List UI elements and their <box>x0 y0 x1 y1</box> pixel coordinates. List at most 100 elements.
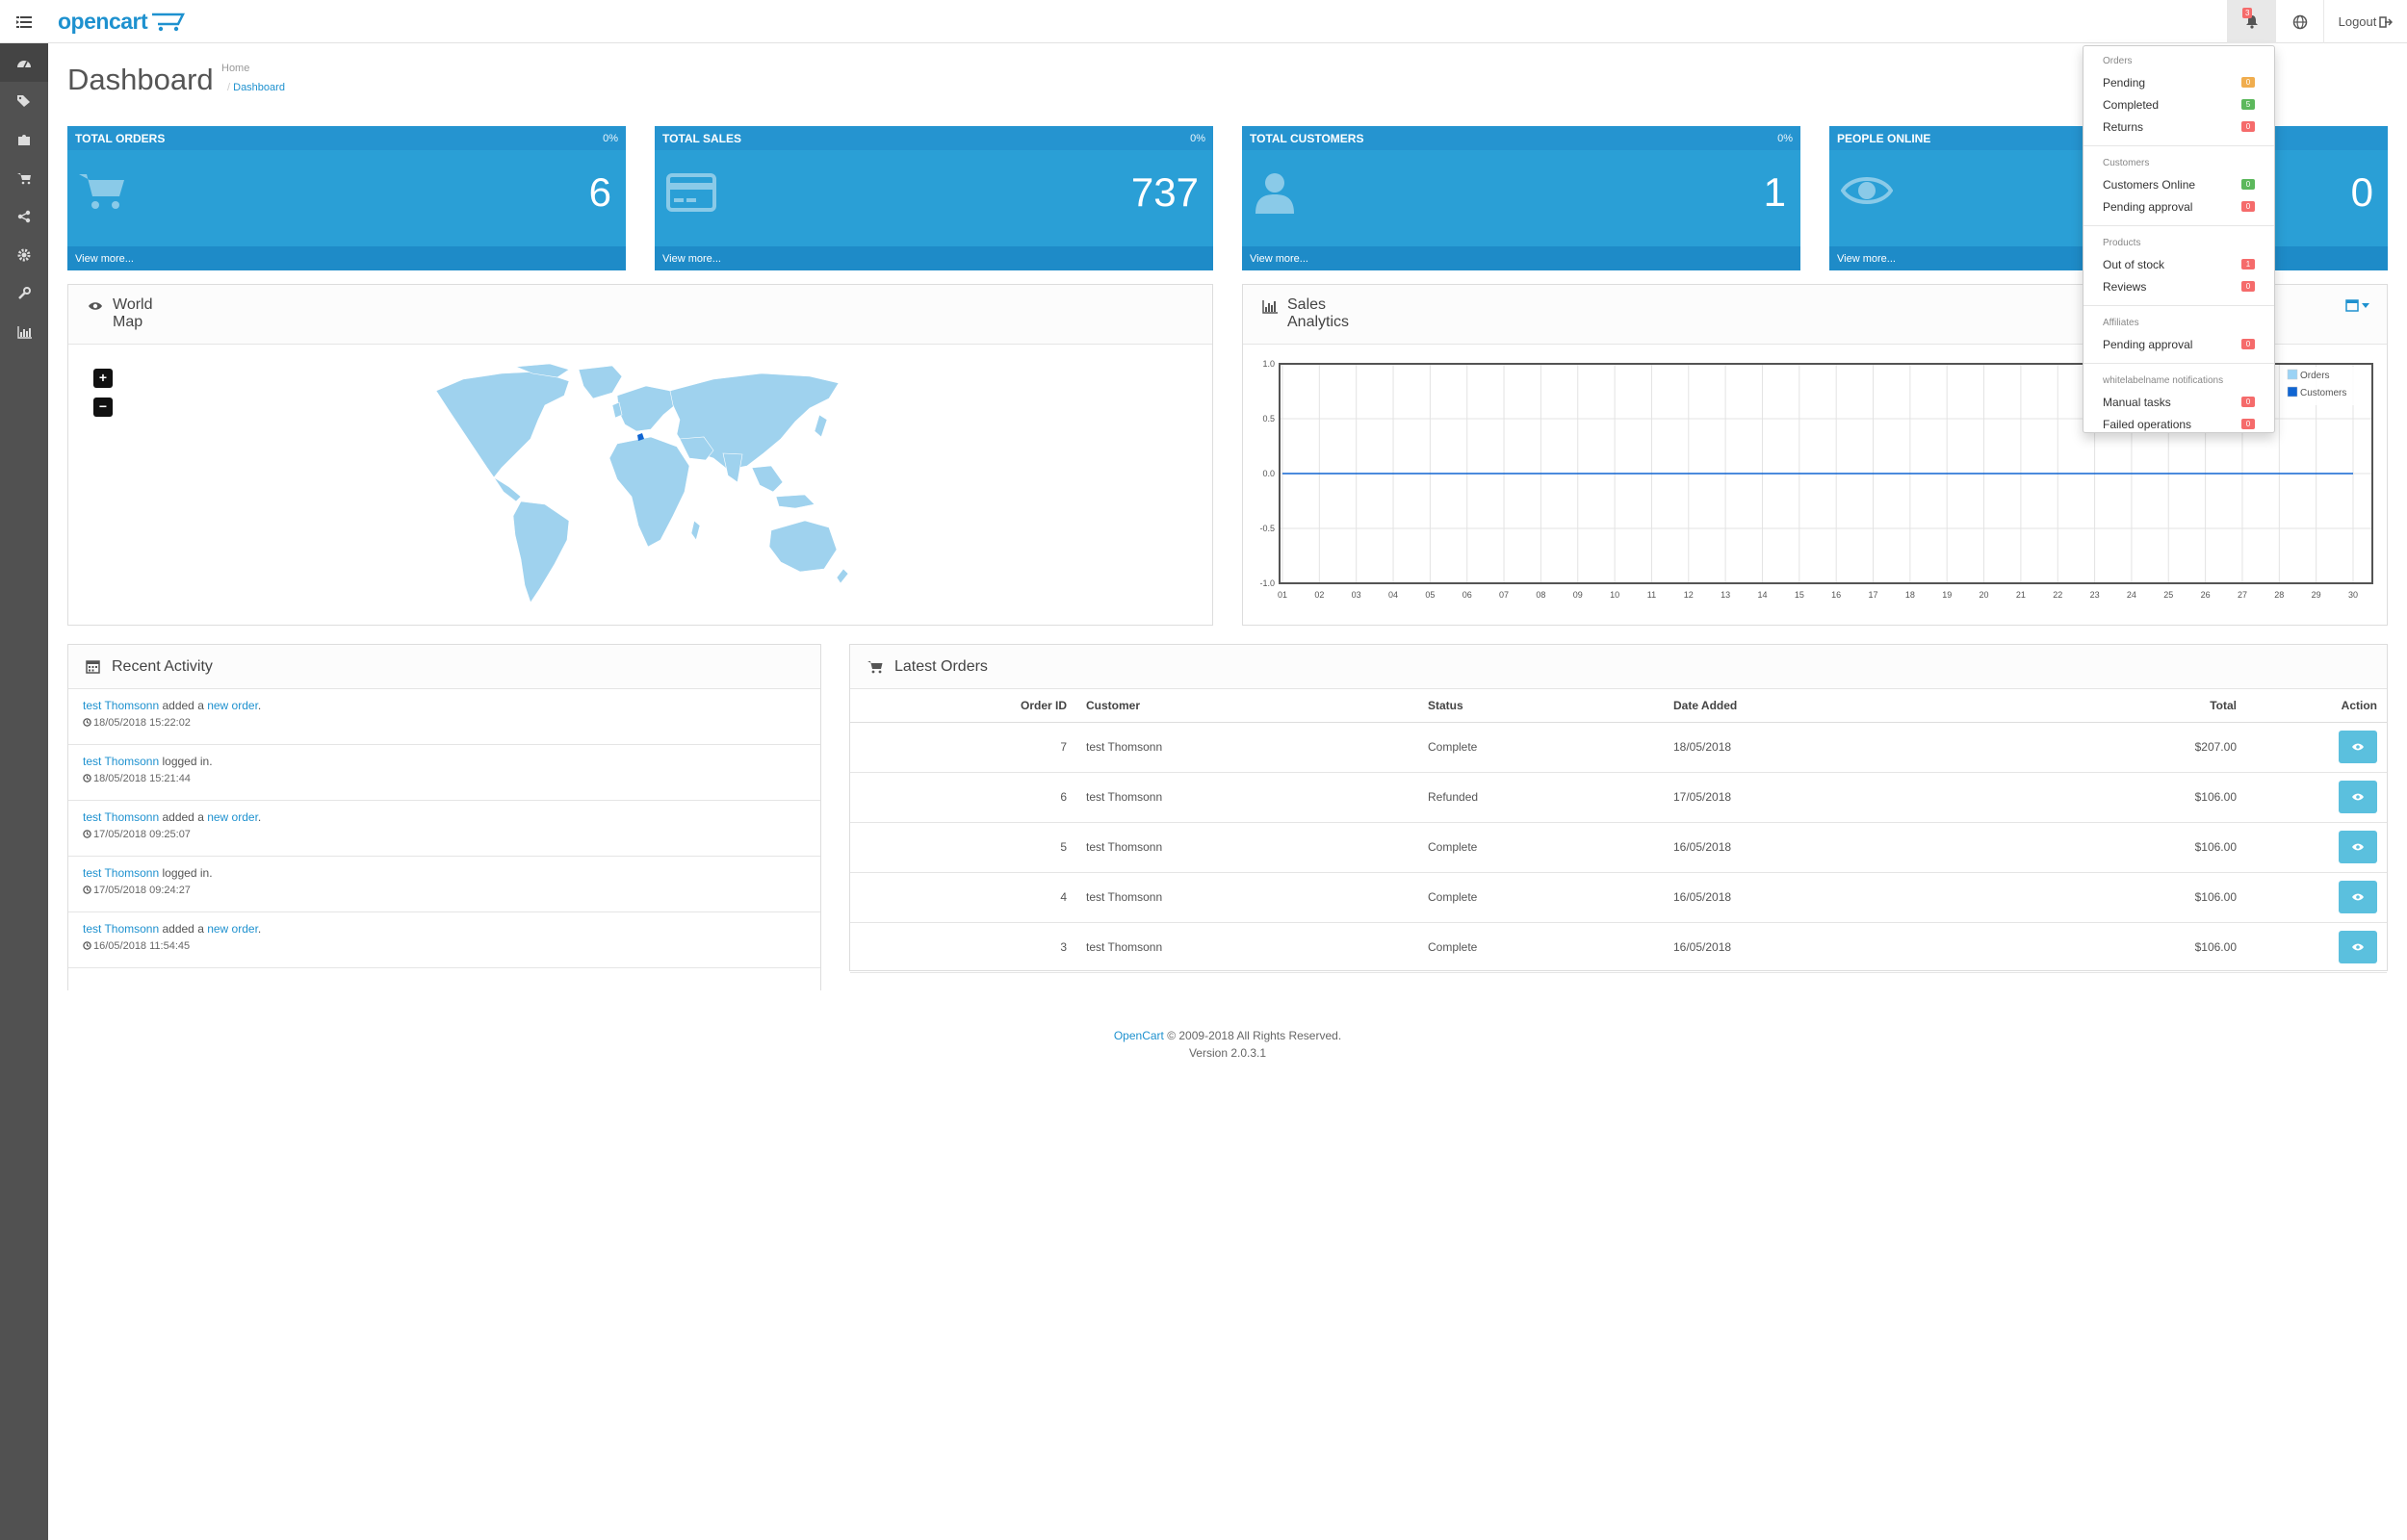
sidebar-item-marketing[interactable] <box>0 197 48 236</box>
panel-heading: World Map <box>68 285 1212 345</box>
notification-label: Pending <box>2103 75 2146 90</box>
x-tick-label: 04 <box>1388 590 1398 600</box>
notification-item[interactable]: Completed 5 <box>2083 93 2274 116</box>
view-order-button[interactable] <box>2339 731 2377 763</box>
notification-group-heading: Products <box>2103 238 2141 248</box>
activity-list: test Thomsonn added a new order. 18/05/20… <box>68 689 820 968</box>
table-row: 5 test Thomsonn Complete 16/05/2018 $106.00 <box>850 822 2387 873</box>
dropdown-divider <box>2083 305 2274 306</box>
store-front-button[interactable] <box>2275 0 2323 43</box>
view-order-button[interactable] <box>2339 781 2377 813</box>
legend-label: Orders <box>2300 371 2330 381</box>
top-header: opencart 3 Logout <box>0 0 2407 43</box>
total-cell: $106.00 <box>1909 872 2246 923</box>
notification-item[interactable]: Failed operations 0 <box>2083 413 2274 435</box>
notification-item[interactable]: Manual tasks 0 <box>2083 391 2274 413</box>
activity-order-link[interactable]: new order <box>207 922 258 936</box>
notification-item[interactable]: Reviews 0 <box>2083 275 2274 297</box>
tile-view-more-link[interactable]: View more... <box>662 253 721 265</box>
x-tick-label: 16 <box>1831 590 1841 600</box>
breadcrumb-dashboard[interactable]: Dashboard <box>233 82 285 93</box>
view-order-button[interactable] <box>2339 881 2377 913</box>
orders-table: Order ID Customer Status Date Added Tota… <box>850 689 2387 973</box>
breadcrumb-home[interactable]: Home <box>221 63 249 74</box>
notification-item[interactable]: Pending approval 0 <box>2083 195 2274 218</box>
x-tick-label: 03 <box>1352 590 1361 600</box>
x-tick-label: 11 <box>1647 590 1656 600</box>
activity-order-link[interactable]: new order <box>207 810 258 824</box>
activity-item: test Thomsonn added a new order. 17/05/20… <box>68 801 820 857</box>
activity-user-link[interactable]: test Thomsonn <box>83 755 159 768</box>
sidebar-item-system[interactable] <box>0 236 48 274</box>
y-tick-label: 1.0 <box>1262 359 1275 369</box>
sidebar-item-extensions[interactable] <box>0 120 48 159</box>
sidebar-item-tools[interactable] <box>0 274 48 313</box>
map-zoom-in-button[interactable]: + <box>93 369 113 388</box>
y-tick-label: -1.0 <box>1259 578 1275 588</box>
action-cell <box>2246 922 2387 973</box>
view-order-button[interactable] <box>2339 931 2377 963</box>
activity-user-link[interactable]: test Thomsonn <box>83 866 159 880</box>
activity-time: 18/05/2018 15:22:02 <box>93 717 191 729</box>
shopping-cart-icon <box>16 172 31 184</box>
x-tick-label: 22 <box>2053 590 2062 600</box>
sidebar-item-sales[interactable] <box>0 159 48 197</box>
x-tick-label: 28 <box>2274 590 2284 600</box>
activity-user-link[interactable]: test Thomsonn <box>83 810 159 824</box>
tile-view-more-link[interactable]: View more... <box>1250 253 1308 265</box>
legend-swatch <box>2287 369 2298 380</box>
notification-item[interactable]: Out of stock 1 <box>2083 253 2274 275</box>
notification-count-badge: 0 <box>2241 339 2255 349</box>
table-row: 4 test Thomsonn Complete 16/05/2018 $106.00 <box>850 872 2387 923</box>
caret-down-icon <box>2362 302 2369 308</box>
column-customer[interactable]: Customer <box>1076 689 1418 723</box>
share-icon <box>17 210 31 223</box>
notification-group-heading: Orders <box>2103 56 2133 66</box>
clock-icon <box>83 830 91 838</box>
x-tick-label: 23 <box>2090 590 2100 600</box>
customer-cell: test Thomsonn <box>1076 922 1418 973</box>
eye-icon <box>89 302 102 310</box>
customer-cell: test Thomsonn <box>1076 722 1418 773</box>
customer-cell: test Thomsonn <box>1076 872 1418 923</box>
column-status[interactable]: Status <box>1418 689 1664 723</box>
notification-label: Pending approval <box>2103 199 2193 214</box>
date-range-dropdown[interactable] <box>2345 298 2369 312</box>
notification-item[interactable]: Customers Online 0 <box>2083 173 2274 195</box>
opencart-logo[interactable]: opencart <box>58 6 186 37</box>
view-order-button[interactable] <box>2339 831 2377 863</box>
notification-item[interactable]: Pending approval 0 <box>2083 333 2274 355</box>
activity-end-text: . <box>257 699 262 712</box>
calendar-icon <box>2345 299 2359 312</box>
notifications-button[interactable]: 3 <box>2227 0 2275 43</box>
column-order-id[interactable]: Order ID <box>850 689 1076 723</box>
notification-label: Completed <box>2103 97 2160 112</box>
status-cell: Complete <box>1418 922 1664 973</box>
x-tick-label: 10 <box>1610 590 1619 600</box>
activity-user-link[interactable]: test Thomsonn <box>83 922 159 936</box>
activity-order-link[interactable]: new order <box>207 699 258 712</box>
sidebar-item-catalog[interactable] <box>0 82 48 120</box>
panel-title-line1: Sales <box>1287 296 1327 313</box>
sidebar-item-reports[interactable] <box>0 313 48 351</box>
tile-view-more-link[interactable]: View more... <box>1837 253 1896 265</box>
world-map[interactable] <box>425 362 848 612</box>
column-date-added[interactable]: Date Added <box>1664 689 1909 723</box>
column-total[interactable]: Total <box>1909 689 2246 723</box>
activity-end-text: . <box>257 810 262 824</box>
activity-user-link[interactable]: test Thomsonn <box>83 699 159 712</box>
sidebar-item-dashboard[interactable] <box>0 43 48 82</box>
menu-toggle-button[interactable] <box>0 0 48 43</box>
notification-count-badge: 1 <box>2241 259 2255 270</box>
logout-button[interactable]: Logout <box>2323 0 2407 43</box>
legend-label: Customers <box>2300 388 2346 398</box>
opencart-link[interactable]: OpenCart <box>1114 1029 1164 1042</box>
date-cell: 16/05/2018 <box>1664 872 1909 923</box>
tile-view-more-link[interactable]: View more... <box>75 253 134 265</box>
notification-item[interactable]: Pending 0 <box>2083 71 2274 93</box>
status-cell: Complete <box>1418 822 1664 873</box>
map-zoom-out-button[interactable]: − <box>93 398 113 417</box>
tile-title: TOTAL SALES <box>662 131 742 145</box>
action-cell <box>2246 872 2387 923</box>
notification-item[interactable]: Returns 0 <box>2083 116 2274 138</box>
